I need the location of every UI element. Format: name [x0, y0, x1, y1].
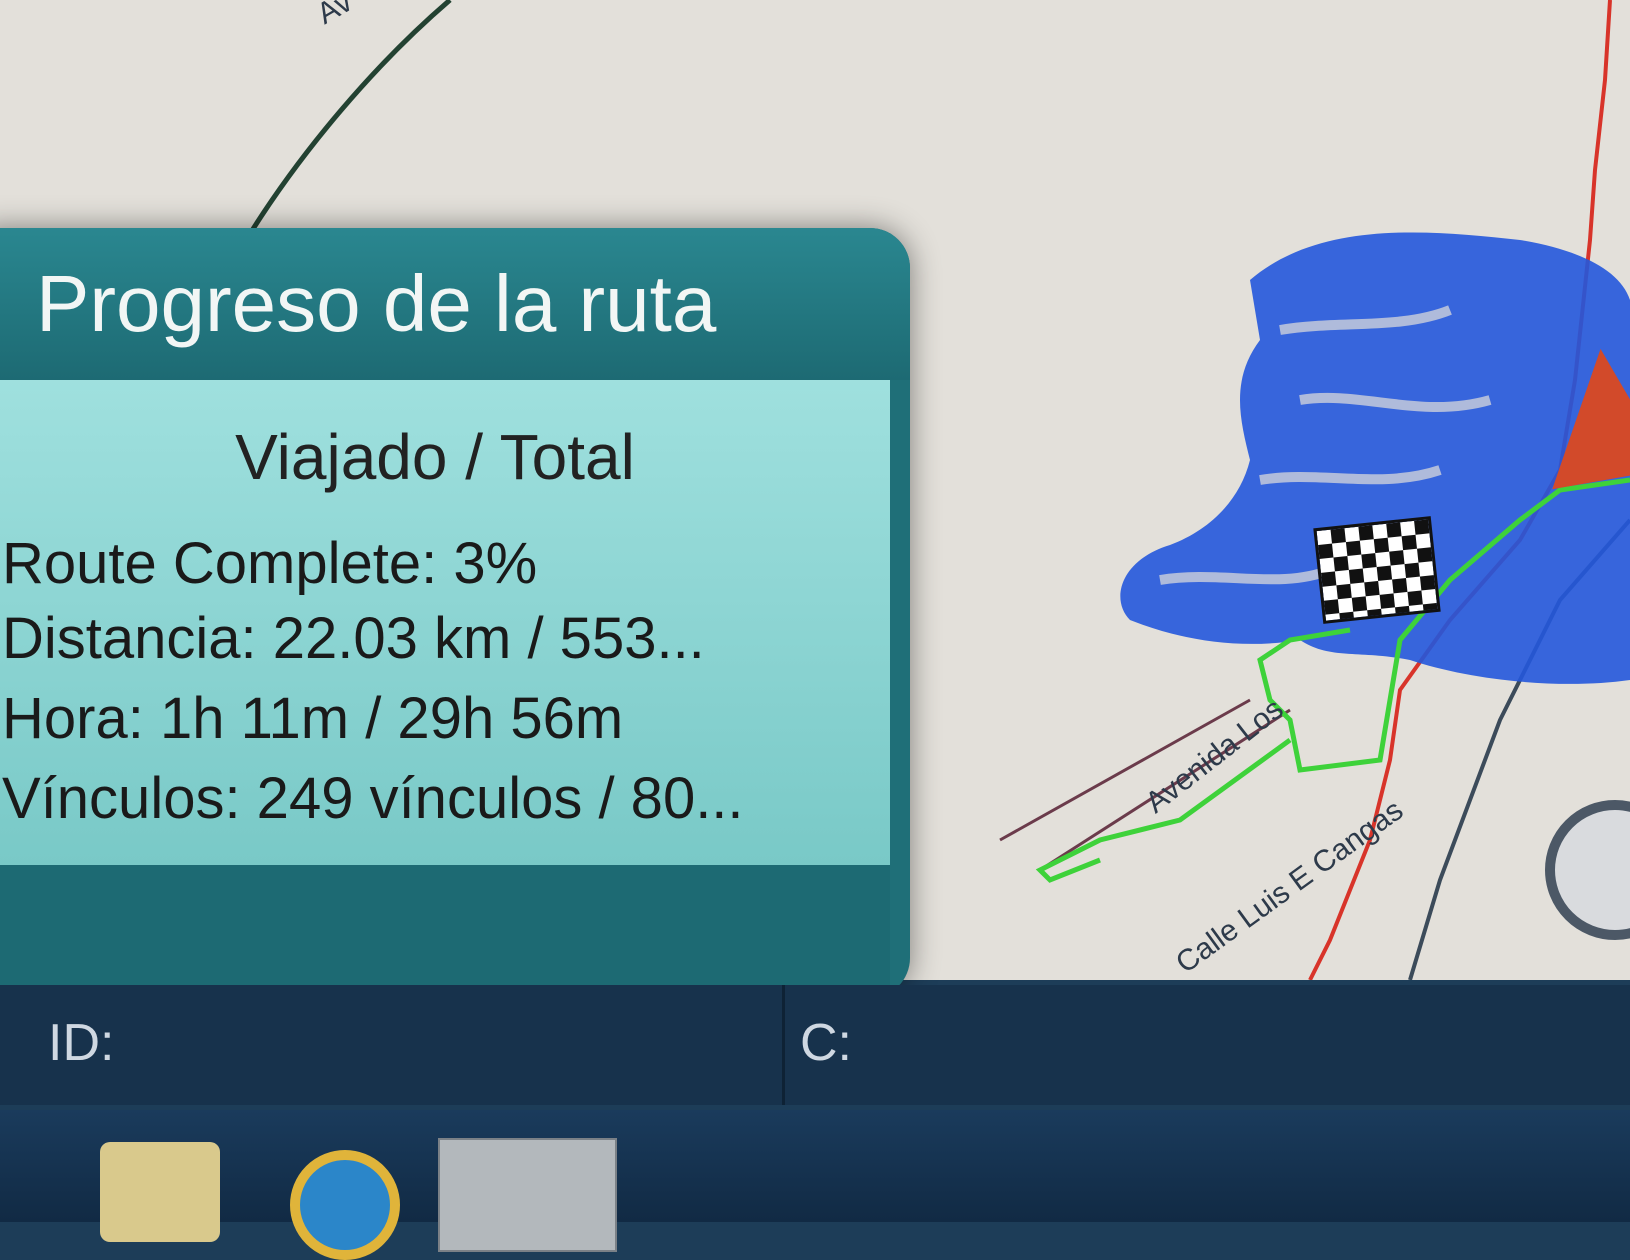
status-divider: [782, 985, 785, 1105]
id-label: ID:: [48, 1014, 115, 1072]
gps-app-icon[interactable]: [438, 1138, 617, 1252]
panel-body: Viajado / Total Route Complete: 3% Dista…: [0, 380, 890, 865]
internet-explorer-icon[interactable]: [290, 1150, 400, 1260]
taskbar: [0, 1110, 1630, 1260]
route-progress-panel: Progreso de la ruta Viajado / Total Rout…: [0, 228, 910, 998]
panel-header: Progreso de la ruta: [0, 228, 910, 380]
time-text: Hora: 1h 11m / 29h 56m: [2, 686, 624, 751]
panel-footer: [0, 865, 890, 998]
route-complete-text: Route Complete: 3%: [2, 531, 538, 596]
panel-subtitle: Viajado / Total: [235, 421, 635, 493]
links-text: Vínculos: 249 vínculos / 80...: [2, 766, 744, 831]
distance-text: Distancia: 22.03 km / 553...: [2, 606, 705, 671]
folder-icon[interactable]: [100, 1142, 220, 1242]
c-label: C:: [800, 1014, 852, 1072]
status-bar: ID: C:: [0, 985, 1630, 1105]
finish-flag-icon[interactable]: [1313, 516, 1441, 624]
panel-title: Progreso de la ruta: [36, 259, 717, 348]
